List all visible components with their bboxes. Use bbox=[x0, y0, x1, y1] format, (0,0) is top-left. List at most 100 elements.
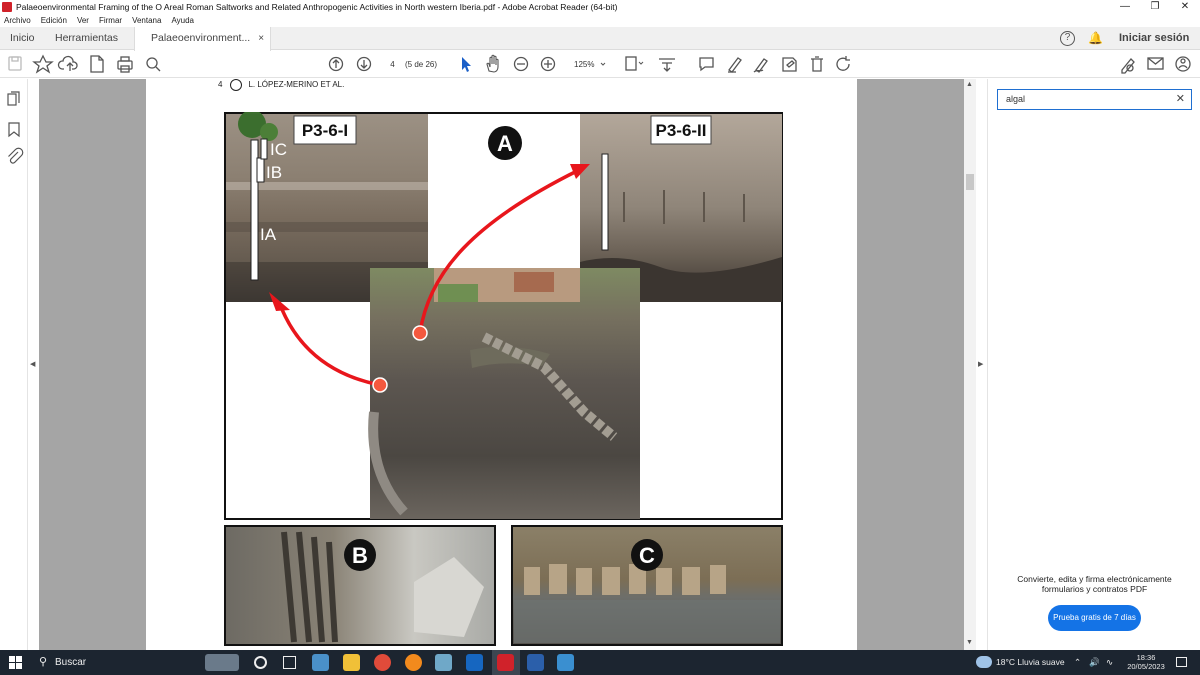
page-up-icon[interactable] bbox=[328, 56, 344, 72]
print-icon[interactable] bbox=[117, 56, 133, 73]
document-viewer[interactable]: 4 L. LÓPEZ-MERINO ET AL. P3-6-I IC IB IA… bbox=[39, 79, 964, 650]
sample-point-1 bbox=[372, 377, 388, 393]
running-head-authors: L. LÓPEZ-MERINO ET AL. bbox=[248, 80, 345, 90]
menu-archivo[interactable]: Archivo bbox=[4, 16, 31, 25]
menu-edicion[interactable]: Edición bbox=[41, 16, 67, 25]
acrobat-app-icon bbox=[2, 2, 12, 12]
promo-line-1: Convierte, edita y firma electrónicament… bbox=[1017, 574, 1172, 584]
close-icon[interactable]: ✕ bbox=[1170, 0, 1200, 14]
page-thumbnails-icon[interactable] bbox=[7, 91, 20, 106]
page-down-icon[interactable] bbox=[356, 56, 372, 72]
restore-icon[interactable]: ❐ bbox=[1140, 0, 1170, 14]
create-pdf-icon[interactable] bbox=[90, 55, 104, 73]
running-header: 4 L. LÓPEZ-MERINO ET AL. bbox=[218, 79, 344, 91]
journal-logo-icon bbox=[230, 79, 243, 91]
collapse-left-panel-icon[interactable]: ◀ bbox=[30, 360, 35, 368]
bell-icon[interactable]: 🔔 bbox=[1088, 31, 1103, 45]
help-icon[interactable]: ? bbox=[1060, 31, 1075, 46]
edge-app-icon[interactable] bbox=[312, 654, 329, 671]
tab-document[interactable]: Palaeoenvironment... × bbox=[134, 27, 272, 51]
edit-pdf-icon[interactable] bbox=[1121, 58, 1135, 74]
tab-bar: Inicio Herramientas Palaeoenvironment...… bbox=[0, 27, 1200, 51]
search-input[interactable]: algal ✕ bbox=[997, 89, 1192, 110]
share-icon[interactable] bbox=[1175, 56, 1191, 72]
signin-link[interactable]: Iniciar sesión bbox=[1119, 32, 1189, 44]
sample-point-2 bbox=[412, 325, 428, 341]
windows-start-icon[interactable] bbox=[9, 656, 22, 669]
rotate-icon[interactable] bbox=[836, 56, 850, 71]
clear-search-icon[interactable]: ✕ bbox=[1176, 90, 1185, 109]
zoom-out-icon[interactable] bbox=[513, 56, 529, 72]
photo2-label: P3-6-II bbox=[655, 121, 706, 140]
menu-firmar[interactable]: Firmar bbox=[99, 16, 122, 25]
free-trial-button[interactable]: Prueba gratis de 7 días bbox=[1048, 605, 1141, 631]
search-value: algal bbox=[1006, 94, 1026, 104]
search-highlight-icon bbox=[205, 654, 239, 671]
layer-ib-label: IB bbox=[266, 163, 282, 182]
delete-icon[interactable] bbox=[811, 56, 823, 72]
file-explorer-icon[interactable] bbox=[343, 654, 360, 671]
bookmark-star-icon[interactable] bbox=[32, 54, 54, 74]
comment-icon[interactable] bbox=[699, 57, 714, 72]
attachments-icon[interactable] bbox=[8, 147, 24, 164]
tab-document-label: Palaeoenvironment... bbox=[151, 32, 251, 44]
firefox-icon[interactable] bbox=[405, 654, 422, 671]
notes-app-icon[interactable] bbox=[435, 654, 452, 671]
zoom-select[interactable]: 125% bbox=[570, 57, 614, 72]
word-icon[interactable] bbox=[527, 654, 544, 671]
bookmarks-icon[interactable] bbox=[8, 122, 20, 138]
taskbar-clock[interactable]: 18:36 20/05/2023 bbox=[1124, 653, 1168, 671]
scrollbar-thumb[interactable] bbox=[966, 174, 974, 190]
window-title: Palaeoenvironmental Framing of the O Are… bbox=[16, 2, 618, 12]
page-count: (5 de 26) bbox=[405, 60, 438, 69]
select-cursor-icon[interactable] bbox=[462, 57, 471, 72]
menu-ventana[interactable]: Ventana bbox=[132, 16, 161, 25]
hand-tool-icon[interactable] bbox=[486, 54, 499, 73]
mail-icon[interactable] bbox=[1147, 57, 1164, 70]
volume-icon[interactable]: 🔊 bbox=[1089, 650, 1100, 675]
scroll-down-icon[interactable]: ▼ bbox=[966, 639, 973, 646]
network-icon[interactable]: ∿ bbox=[1106, 650, 1113, 675]
weather-text[interactable]: 18°C Lluvia suave bbox=[996, 650, 1065, 675]
menu-ver[interactable]: Ver bbox=[77, 16, 89, 25]
menu-ayuda[interactable]: Ayuda bbox=[171, 16, 194, 25]
scroll-up-icon[interactable]: ▲ bbox=[966, 81, 973, 88]
acrobat-taskbar-icon[interactable] bbox=[497, 654, 514, 671]
show-hidden-icons-icon[interactable]: ⌃ bbox=[1074, 650, 1081, 675]
weather-cloud-icon bbox=[976, 656, 992, 668]
fit-page-icon[interactable] bbox=[625, 56, 644, 71]
snipping-tool-icon[interactable] bbox=[557, 654, 574, 671]
clock-time: 18:36 bbox=[1136, 653, 1156, 662]
zoom-in-icon[interactable] bbox=[540, 56, 556, 72]
outlook-icon[interactable] bbox=[466, 654, 483, 671]
search-icon[interactable] bbox=[146, 57, 161, 72]
cortana-icon[interactable] bbox=[254, 656, 267, 669]
scroll-mode-icon[interactable] bbox=[659, 58, 675, 72]
chrome-icon[interactable] bbox=[374, 654, 391, 671]
vertical-scrollbar[interactable]: ▲ ▼ bbox=[964, 79, 976, 650]
draw-icon[interactable] bbox=[753, 58, 768, 73]
tab-tools[interactable]: Herramientas bbox=[55, 27, 118, 50]
panel-b-label: B bbox=[352, 543, 368, 568]
layer-ia-label: IA bbox=[260, 225, 277, 244]
expand-right-panel-icon[interactable]: ▶ bbox=[978, 360, 983, 368]
task-view-icon[interactable] bbox=[283, 656, 296, 669]
upload-cloud-icon[interactable] bbox=[57, 55, 78, 71]
save-icon[interactable] bbox=[8, 56, 22, 71]
page-number-input[interactable]: 4 bbox=[384, 57, 401, 72]
pdf-page: 4 L. LÓPEZ-MERINO ET AL. P3-6-I IC IB IA… bbox=[146, 79, 857, 650]
right-tools-panel: algal ✕ Convierte, edita y firma electró… bbox=[987, 79, 1200, 650]
title-bar: Palaeoenvironmental Framing of the O Are… bbox=[0, 0, 1200, 14]
promo-line-2: formularios y contratos PDF bbox=[1041, 584, 1148, 594]
taskbar-search-icon: ⚲ bbox=[39, 656, 48, 668]
fill-sign-icon[interactable] bbox=[782, 57, 797, 72]
site-overview-photo bbox=[368, 268, 640, 519]
figure-1: P3-6-I IC IB IA P3-6-II A B C bbox=[224, 112, 783, 646]
photo1-label: P3-6-I bbox=[302, 121, 348, 140]
clock-date: 20/05/2023 bbox=[1127, 662, 1165, 671]
minimize-icon[interactable]: — bbox=[1110, 0, 1140, 14]
tab-close-icon[interactable]: × bbox=[258, 33, 264, 44]
notifications-icon[interactable] bbox=[1176, 657, 1187, 667]
highlight-pen-icon[interactable] bbox=[728, 57, 742, 73]
tab-home[interactable]: Inicio bbox=[10, 27, 35, 50]
